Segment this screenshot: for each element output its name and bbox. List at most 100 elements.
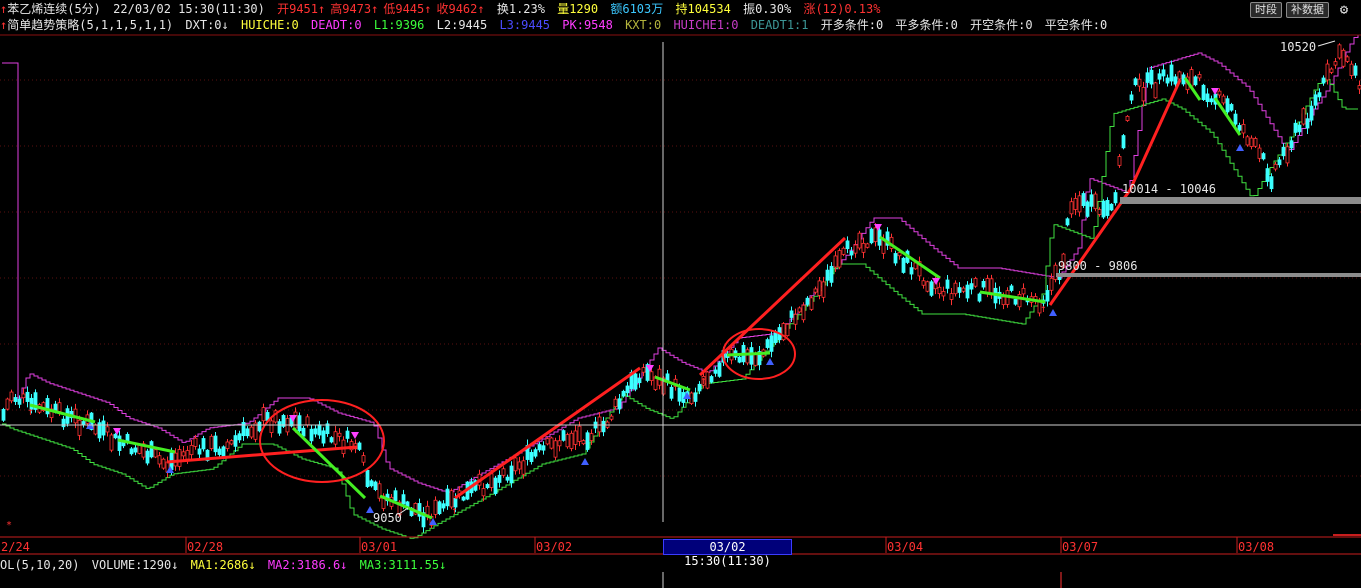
candle — [1209, 98, 1214, 103]
candle — [101, 420, 106, 436]
candle — [521, 460, 526, 475]
volume-indicator-name: OL(5,10,20) — [0, 558, 80, 572]
candle — [793, 313, 798, 325]
candle — [1021, 287, 1026, 295]
candle — [1153, 82, 1158, 99]
candle — [461, 496, 466, 501]
candle — [597, 416, 602, 433]
candle — [981, 281, 986, 288]
trend-up-line — [698, 236, 847, 377]
candle — [837, 250, 842, 268]
candle — [425, 505, 430, 516]
zone2-label: 9800 - 9806 — [1058, 259, 1138, 273]
candle — [1305, 118, 1310, 129]
candle — [1045, 290, 1050, 302]
arrow-marker: * — [6, 520, 12, 531]
buy-signal-marker — [766, 358, 774, 365]
candle — [1245, 136, 1250, 146]
candle — [261, 407, 266, 422]
candle — [1177, 71, 1182, 80]
price-low-label: 9050 — [373, 511, 402, 525]
candle — [133, 447, 138, 453]
candle — [1017, 294, 1022, 308]
candle — [321, 430, 326, 444]
candle — [445, 488, 450, 507]
candle — [865, 243, 870, 248]
candle — [965, 284, 970, 299]
volume-value: VOLUME:1290↓ — [91, 558, 179, 572]
kline-chart[interactable]: ↑ ↑ ↑ ↑ * — [0, 0, 1361, 588]
candle — [961, 287, 966, 292]
candle — [1197, 74, 1202, 79]
candle — [25, 391, 30, 402]
candle — [433, 499, 438, 515]
candle — [149, 441, 154, 458]
candle — [181, 451, 186, 457]
candle — [1253, 138, 1258, 147]
candle — [533, 449, 538, 457]
candle — [1009, 285, 1014, 291]
candle — [1161, 69, 1166, 77]
candle — [789, 310, 794, 318]
candle — [1261, 153, 1266, 160]
candle — [1257, 147, 1262, 159]
candle — [293, 411, 298, 429]
candle — [545, 438, 550, 445]
candle — [601, 420, 606, 433]
candle — [1133, 78, 1138, 86]
date-label: 2/24 — [1, 540, 30, 554]
candle — [109, 434, 114, 451]
price-high-label: 10520 — [1280, 40, 1317, 54]
candle — [1265, 168, 1270, 182]
candle — [209, 435, 214, 449]
candle — [857, 232, 862, 249]
trend-down-line — [291, 426, 367, 500]
candle — [437, 501, 442, 515]
candle — [1117, 156, 1122, 166]
candle — [861, 242, 866, 253]
candle — [585, 432, 590, 450]
candle — [1077, 195, 1082, 213]
candle — [969, 283, 974, 290]
candle — [1301, 108, 1306, 125]
candle — [505, 476, 510, 481]
candle — [909, 267, 914, 275]
candle — [553, 440, 558, 458]
candle — [1329, 68, 1334, 73]
candle — [233, 435, 238, 447]
lower-band — [2, 79, 1358, 539]
arrow-marker: ↑ — [451, 504, 458, 517]
candle — [301, 427, 306, 437]
candle — [573, 430, 578, 445]
candle — [745, 349, 750, 364]
candle — [1001, 296, 1006, 306]
candle — [61, 418, 66, 428]
candle — [509, 465, 514, 484]
candle — [1141, 87, 1146, 102]
candle — [833, 255, 838, 268]
candle — [1121, 135, 1126, 149]
volume-ma2: MA2:3186.6↓ — [267, 558, 348, 572]
candle — [1, 409, 6, 421]
candle — [1285, 146, 1290, 164]
candle — [561, 430, 566, 441]
candle — [929, 281, 934, 296]
candle — [1241, 124, 1246, 134]
zone2-bar — [1056, 273, 1361, 277]
candle — [201, 438, 206, 450]
candle — [609, 415, 614, 420]
candle — [361, 455, 366, 463]
zone1-label: 10014 - 10046 — [1122, 182, 1216, 196]
candle — [1225, 98, 1230, 113]
trend-down-line — [117, 438, 176, 454]
candle — [1277, 159, 1282, 166]
candle — [157, 455, 162, 465]
candle — [717, 362, 722, 377]
trend-up-line — [454, 366, 641, 500]
candle — [1101, 200, 1106, 218]
candle — [113, 433, 118, 439]
candle — [809, 297, 814, 310]
candle — [81, 421, 86, 426]
candle — [641, 367, 646, 373]
candle — [1273, 163, 1278, 170]
